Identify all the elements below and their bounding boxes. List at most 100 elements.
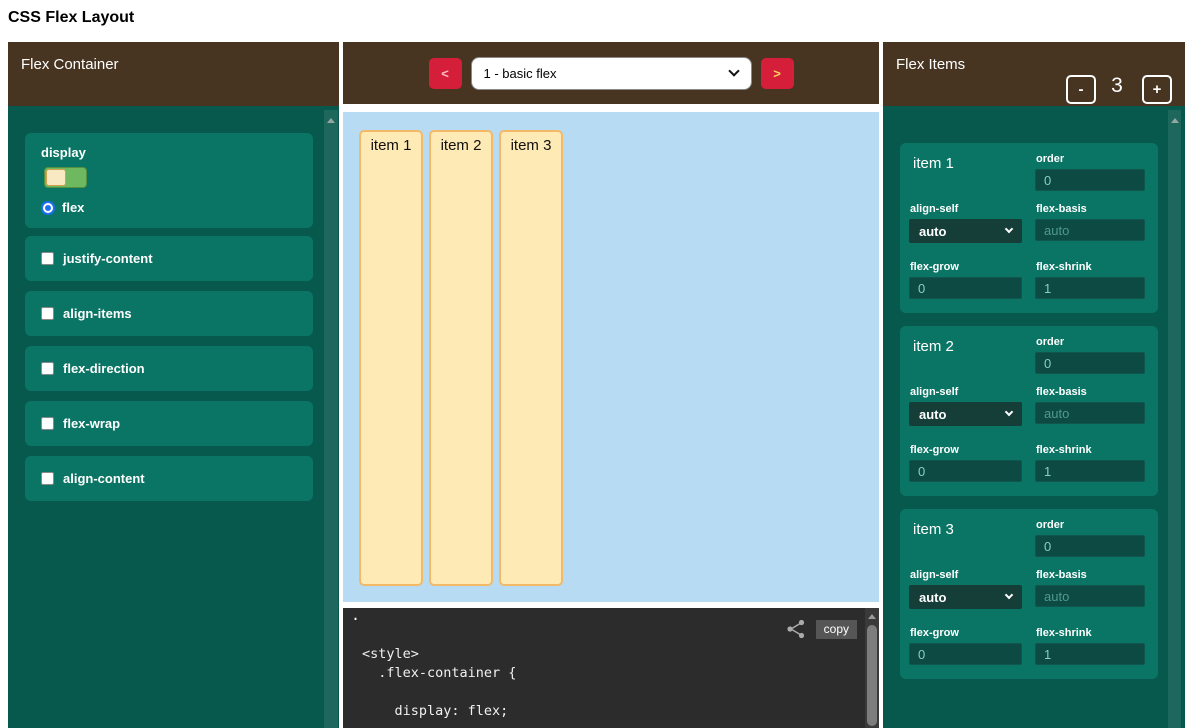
item-count: 3 bbox=[1097, 74, 1137, 98]
flex-direction-checkbox[interactable] bbox=[41, 362, 54, 375]
code-bullet: . bbox=[351, 606, 360, 624]
property-card-justify-content: justify-content bbox=[25, 236, 313, 281]
copy-button[interactable]: copy bbox=[816, 620, 857, 639]
code-scrollbar[interactable] bbox=[865, 608, 879, 728]
add-item-button[interactable]: + bbox=[1142, 75, 1172, 104]
example-nav-bar: < 1 - basic flex > bbox=[343, 42, 879, 104]
display-label: display bbox=[41, 145, 297, 160]
flex-grow-label: flex-grow bbox=[909, 261, 1022, 273]
flex-basis-label: flex-basis bbox=[1035, 386, 1145, 398]
flex-items-panel: Flex Items - 3 + item 1 order align-self… bbox=[883, 42, 1185, 728]
item1-flex-basis-input[interactable] bbox=[1035, 219, 1145, 241]
flex-wrap-label: flex-wrap bbox=[63, 416, 120, 431]
flex-basis-label: flex-basis bbox=[1035, 569, 1145, 581]
item2-flex-shrink-field: flex-shrink bbox=[1035, 444, 1145, 496]
preview-item-2: item 2 bbox=[429, 130, 493, 586]
flex-shrink-label: flex-shrink bbox=[1035, 627, 1145, 639]
order-label: order bbox=[1035, 336, 1145, 348]
flex-items-body: item 1 order align-self auto flex-basis bbox=[883, 106, 1185, 728]
flex-direction-label: flex-direction bbox=[63, 361, 145, 376]
flex-item-card-1: item 1 order align-self auto flex-basis bbox=[900, 143, 1158, 313]
flex-preview-container: item 1 item 2 item 3 bbox=[343, 112, 879, 602]
align-content-label: align-content bbox=[63, 471, 145, 486]
item3-flex-shrink-field: flex-shrink bbox=[1035, 627, 1145, 679]
flex-grow-label: flex-grow bbox=[909, 627, 1022, 639]
display-radio-row: flex bbox=[41, 200, 84, 215]
item1-order-input[interactable] bbox=[1035, 169, 1145, 191]
code-line bbox=[362, 683, 516, 702]
flex-grow-label: flex-grow bbox=[909, 444, 1022, 456]
flex-container-header: Flex Container bbox=[8, 42, 339, 106]
display-toggle-knob bbox=[46, 169, 66, 186]
item1-align-self-wrap: auto bbox=[909, 219, 1022, 243]
flex-container-body: display flex justify-content align-items bbox=[8, 106, 339, 728]
align-items-checkbox[interactable] bbox=[41, 307, 54, 320]
item1-flex-shrink-field: flex-shrink bbox=[1035, 261, 1145, 313]
items-panel-scrollbar[interactable] bbox=[1168, 110, 1181, 728]
align-items-label: align-items bbox=[63, 306, 132, 321]
item2-flex-grow-field: flex-grow bbox=[909, 444, 1022, 496]
flex-radio[interactable] bbox=[41, 201, 55, 215]
flex-basis-label: flex-basis bbox=[1035, 203, 1145, 215]
flex-items-header: Flex Items - 3 + bbox=[883, 42, 1185, 106]
item3-flex-shrink-input[interactable] bbox=[1035, 643, 1145, 665]
flex-item-card-2: item 2 order align-self auto flex-basis bbox=[900, 326, 1158, 496]
example-select-wrap: 1 - basic flex bbox=[471, 57, 752, 90]
code-toolbar: copy bbox=[785, 618, 857, 640]
display-card: display flex bbox=[25, 133, 313, 228]
preview-item-3: item 3 bbox=[499, 130, 563, 586]
align-self-label: align-self bbox=[909, 386, 1022, 398]
flex-radio-label: flex bbox=[62, 200, 84, 215]
item3-order-field: order bbox=[1035, 519, 1145, 569]
item1-flex-grow-input[interactable] bbox=[909, 277, 1022, 299]
display-toggle[interactable] bbox=[44, 167, 87, 188]
property-card-flex-wrap: flex-wrap bbox=[25, 401, 313, 446]
preview-item-1: item 1 bbox=[359, 130, 423, 586]
justify-content-checkbox[interactable] bbox=[41, 252, 54, 265]
item3-flex-grow-field: flex-grow bbox=[909, 627, 1022, 679]
item3-align-self-field: align-self auto bbox=[909, 569, 1022, 627]
flex-radio-dot bbox=[45, 205, 51, 211]
justify-content-label: justify-content bbox=[63, 251, 153, 266]
item2-align-self-select[interactable]: auto bbox=[909, 402, 1022, 426]
item1-flex-grow-field: flex-grow bbox=[909, 261, 1022, 313]
code-line: .flex-container { bbox=[362, 664, 516, 683]
align-content-checkbox[interactable] bbox=[41, 472, 54, 485]
item2-flex-basis-input[interactable] bbox=[1035, 402, 1145, 424]
share-icon[interactable] bbox=[785, 618, 807, 640]
item3-flex-basis-input[interactable] bbox=[1035, 585, 1145, 607]
order-label: order bbox=[1035, 519, 1145, 531]
prev-example-button[interactable]: < bbox=[429, 58, 462, 89]
property-card-align-content: align-content bbox=[25, 456, 313, 501]
item1-align-self-select[interactable]: auto bbox=[909, 219, 1022, 243]
code-line: display: flex; bbox=[362, 702, 516, 721]
code-scrollbar-thumb[interactable] bbox=[867, 625, 877, 726]
next-example-button[interactable]: > bbox=[761, 58, 794, 89]
item3-align-self-select[interactable]: auto bbox=[909, 585, 1022, 609]
flex-wrap-checkbox[interactable] bbox=[41, 417, 54, 430]
item1-order-field: order bbox=[1035, 153, 1145, 203]
flex-item-card-3: item 3 order align-self auto flex-basis bbox=[900, 509, 1158, 679]
flex-shrink-label: flex-shrink bbox=[1035, 444, 1145, 456]
flex-shrink-label: flex-shrink bbox=[1035, 261, 1145, 273]
scroll-up-icon bbox=[1171, 118, 1179, 123]
align-self-label: align-self bbox=[909, 203, 1022, 215]
item3-flex-grow-input[interactable] bbox=[909, 643, 1022, 665]
item2-flex-shrink-input[interactable] bbox=[1035, 460, 1145, 482]
item3-order-input[interactable] bbox=[1035, 535, 1145, 557]
item1-align-self-field: align-self auto bbox=[909, 203, 1022, 261]
scroll-up-icon bbox=[868, 614, 876, 619]
item3-align-self-wrap: auto bbox=[909, 585, 1022, 609]
item3-name: item 3 bbox=[909, 519, 1022, 569]
item2-flex-grow-input[interactable] bbox=[909, 460, 1022, 482]
code-panel: . copy <style> .flex-container { display… bbox=[343, 608, 879, 728]
item2-order-input[interactable] bbox=[1035, 352, 1145, 374]
remove-item-button[interactable]: - bbox=[1066, 75, 1096, 104]
item1-flex-basis-field: flex-basis bbox=[1035, 203, 1145, 261]
property-card-flex-direction: flex-direction bbox=[25, 346, 313, 391]
item1-flex-shrink-input[interactable] bbox=[1035, 277, 1145, 299]
code-line: <style> bbox=[362, 645, 516, 664]
example-select[interactable]: 1 - basic flex bbox=[471, 57, 752, 90]
item2-name: item 2 bbox=[909, 336, 1022, 386]
container-panel-scrollbar[interactable] bbox=[324, 110, 338, 728]
